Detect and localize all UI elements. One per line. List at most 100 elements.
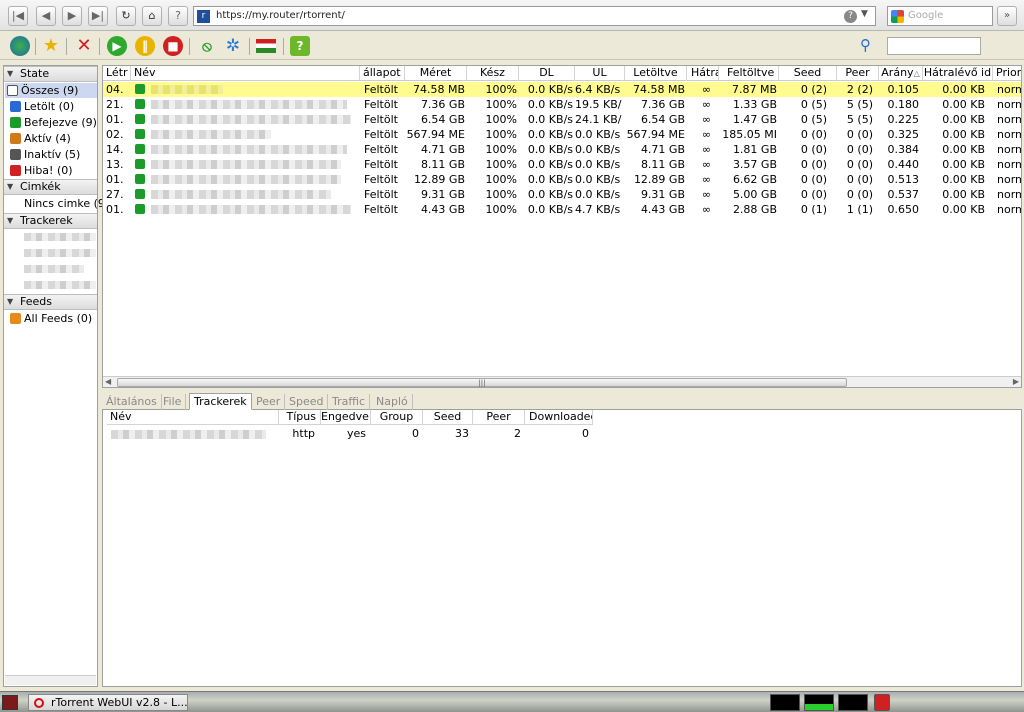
cell-ratio: 0.440 — [887, 158, 920, 171]
pause-icon[interactable]: ‖ — [135, 36, 155, 56]
labels-section-header[interactable]: Cimkék — [4, 179, 97, 195]
help-icon[interactable]: ? — [290, 36, 310, 56]
table-row[interactable]: 13. Feltölt 8.11 GB 100% 0.0 KB/s 0.0 KB/s 8.1… — [103, 157, 1021, 172]
column-header[interactable]: Létr — [103, 66, 131, 81]
taskbar-window-button[interactable]: rTorrent WebUI v2.8 - L... — [28, 694, 188, 711]
cell-dl: 0.0 KB/s — [527, 128, 573, 141]
table-row[interactable]: 21. Feltölt 7.36 GB 100% 0.0 KB/s 19.5 KB/7.3… — [103, 97, 1021, 112]
table-row[interactable]: 01. Feltölt 12.89 GB 100% 0.0 KB/s 0.0 KB/s 12… — [103, 172, 1021, 187]
scroll-left-icon[interactable]: ◀ — [105, 377, 111, 386]
address-bar[interactable]: r https://my.router/rtorrent/ ? ▼ — [193, 6, 876, 26]
state-item-error[interactable]: Hiba! (0) — [8, 163, 73, 178]
tracker-column-header[interactable]: Név — [107, 410, 279, 425]
column-header[interactable]: DL — [519, 66, 575, 81]
feeds-section-header[interactable]: Feeds — [4, 294, 97, 310]
cell-peer: 0 (0) — [846, 158, 873, 171]
home-icon[interactable]: ⌂ — [142, 6, 162, 26]
table-row[interactable]: 02. Feltölt 567.94 ME 100% 0.0 KB/s 0.0 KB/s 5… — [103, 127, 1021, 142]
column-header[interactable]: Letöltve — [625, 66, 687, 81]
sidebar-scrollbar[interactable] — [5, 675, 96, 685]
state-item-all[interactable]: Összes (9) — [5, 83, 97, 98]
cell-eta: ∞ — [701, 98, 711, 111]
state-item-inactive[interactable]: Inaktív (5) — [8, 147, 80, 162]
search-engine-box[interactable]: Google — [887, 6, 993, 26]
back-icon[interactable]: ◀ — [36, 6, 56, 26]
state-item-active[interactable]: Aktív (4) — [8, 131, 71, 146]
search-engine-label[interactable]: Google — [908, 10, 943, 21]
search-input[interactable] — [887, 37, 981, 55]
tracker-column-header[interactable]: Group — [371, 410, 423, 425]
tracker-item[interactable] — [24, 233, 96, 241]
tab-traffic[interactable]: Traffic — [328, 394, 371, 410]
tab-peers[interactable]: Peer — [252, 394, 286, 410]
state-section-header[interactable]: State — [4, 66, 97, 82]
globe-icon[interactable] — [10, 36, 30, 56]
tracker-column-header[interactable]: Downloaded — [525, 410, 593, 425]
column-header[interactable]: Seed — [779, 66, 837, 81]
cell-dl: 0.0 KB/s — [527, 113, 573, 126]
tray-app-icon[interactable] — [874, 694, 890, 711]
column-header[interactable]: Méret — [405, 66, 467, 81]
tracker-column-header[interactable]: Típus — [279, 410, 321, 425]
info-icon[interactable]: ? — [168, 6, 188, 26]
url-text[interactable]: https://my.router/rtorrent/ — [216, 10, 345, 21]
table-row[interactable]: 01. Feltölt 6.54 GB 100% 0.0 KB/s 24.1 KB/6.5… — [103, 112, 1021, 127]
column-header[interactable]: Feltöltve — [719, 66, 779, 81]
search-icon[interactable]: ⚲ — [860, 36, 878, 54]
table-row[interactable]: 14. Feltölt 4.71 GB 100% 0.0 KB/s 0.0 KB/s 4.7… — [103, 142, 1021, 157]
cell-prio: norm — [997, 143, 1021, 156]
state-item-downloading[interactable]: Letölt (0) — [8, 99, 74, 114]
tab-files[interactable]: File — [159, 394, 187, 410]
column-header[interactable]: Arány△ — [879, 66, 923, 81]
cell-done: 100% — [485, 98, 517, 111]
tracker-item[interactable] — [24, 281, 96, 289]
first-icon[interactable]: |◀ — [8, 6, 28, 26]
table-row[interactable]: 27. Feltölt 9.31 GB 100% 0.0 KB/s 0.0 KB/s 9.3… — [103, 187, 1021, 202]
category-sidebar: State Összes (9) Letölt (0) Befejezve (9… — [3, 65, 105, 687]
feed-item-all[interactable]: All Feeds (0) — [8, 311, 92, 326]
column-header[interactable]: Név — [131, 66, 360, 81]
forward-icon[interactable]: ▶ — [62, 6, 82, 26]
settings-icon[interactable]: ✲ — [223, 36, 243, 56]
trackers-section-header[interactable]: Trackerek — [4, 213, 97, 229]
last-icon[interactable]: ▶| — [88, 6, 108, 26]
start-menu-icon[interactable] — [2, 695, 18, 710]
cell-status: Feltölt — [364, 143, 398, 156]
error-icon — [10, 165, 21, 176]
start-icon[interactable]: ▶ — [107, 36, 127, 56]
delete-icon[interactable]: ✕ — [74, 36, 94, 56]
tab-trackers[interactable]: Trackerek — [189, 393, 252, 410]
search-go-button[interactable]: » — [997, 6, 1017, 26]
column-header[interactable]: Hátralévő id — [923, 66, 993, 81]
column-header[interactable]: Kész — [467, 66, 519, 81]
scroll-right-icon[interactable]: ▶ — [1013, 377, 1019, 386]
column-header[interactable]: állapot — [360, 66, 405, 81]
table-row[interactable]: 04. Feltölt 74.58 MB 100% 0.0 KB/s 6.4 KB/s 74… — [103, 82, 1021, 97]
tab-general[interactable]: Általános — [102, 394, 162, 410]
label-item-none[interactable]: Nincs cimke (9 — [8, 196, 105, 211]
star-icon[interactable]: ★ — [41, 36, 61, 56]
scrollbar-thumb[interactable]: ||| — [117, 378, 847, 387]
column-header[interactable]: Hátra — [687, 66, 719, 81]
column-header[interactable]: Priori — [993, 66, 1021, 81]
url-dropdown-icon[interactable]: ▼ — [861, 9, 868, 19]
tracker-column-header[interactable]: Peer — [473, 410, 525, 425]
stop-icon[interactable]: ■ — [163, 36, 183, 56]
tab-speed[interactable]: Speed — [285, 394, 329, 410]
tracker-column-header[interactable]: Engedve — [321, 410, 371, 425]
horizontal-scrollbar[interactable]: ◀ ||| ▶ — [103, 376, 1021, 387]
tracker-column-header[interactable]: Seed — [423, 410, 473, 425]
reload-icon[interactable]: ↻ — [116, 6, 136, 26]
language-flag-icon[interactable] — [256, 39, 276, 53]
tracker-item[interactable] — [24, 249, 96, 257]
state-item-completed[interactable]: Befejezve (9) — [8, 115, 97, 130]
cell-seed: 0 (0) — [800, 128, 827, 141]
tracker-item[interactable] — [24, 265, 84, 273]
tab-log[interactable]: Napló — [372, 394, 413, 410]
site-info-icon[interactable]: ? — [844, 10, 857, 23]
column-header[interactable]: UL — [575, 66, 625, 81]
rss-icon[interactable]: ⦸ — [197, 36, 217, 56]
toolbar-separator — [189, 38, 190, 55]
column-header[interactable]: Peer — [837, 66, 879, 81]
table-row[interactable]: 01. Feltölt 4.43 GB 100% 0.0 KB/s 4.7 KB/s 4.4… — [103, 202, 1021, 217]
